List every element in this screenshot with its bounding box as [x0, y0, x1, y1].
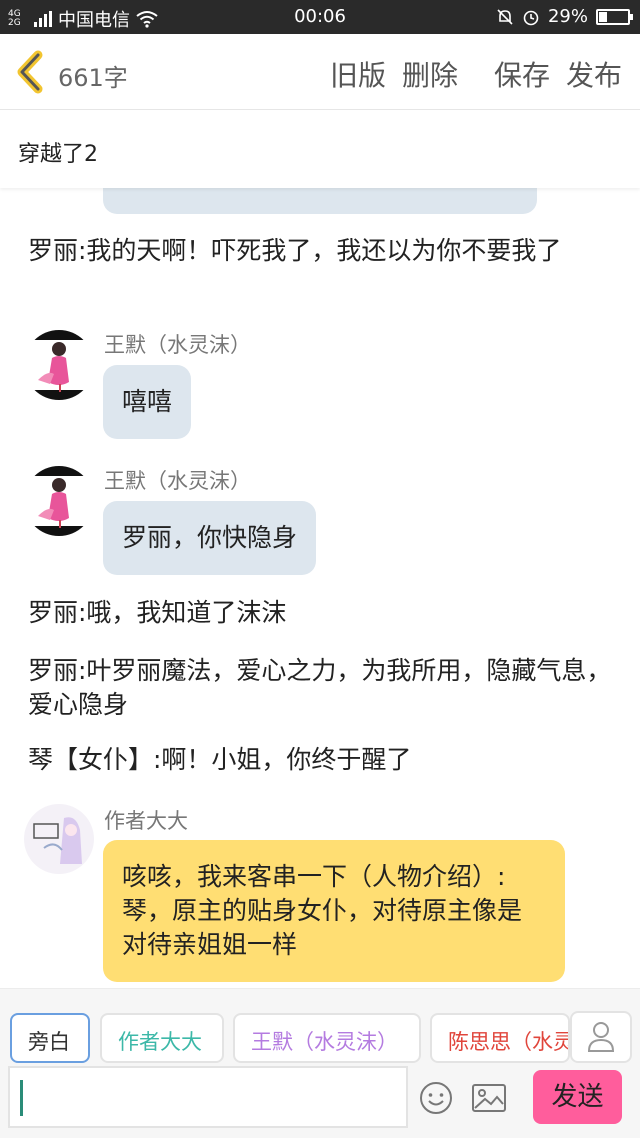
character-manage-button[interactable] [570, 1011, 632, 1063]
chapter-title: 穿越了2 [18, 142, 98, 167]
mute-bell-icon [497, 8, 513, 25]
author-avatar-icon [24, 804, 94, 874]
narration-line: 琴【女仆】:啊！小姐，你终于醒了 [28, 745, 412, 774]
input-row: 发送 [0, 1066, 640, 1138]
header-actions: 旧版 删除 保存 发布 [314, 54, 622, 94]
text-caret [20, 1080, 23, 1116]
chapter-title-bar[interactable]: 穿越了2 [0, 110, 640, 188]
role-author[interactable]: 作者大大 [100, 1013, 224, 1063]
status-bar: 4G 2G 中国电信 00:06 29% [0, 0, 640, 34]
back-chevron-icon[interactable] [14, 50, 50, 94]
avatar-wangmo[interactable] [24, 330, 94, 400]
message-bubble[interactable]: 嘻嘻 [103, 365, 192, 439]
narration-line: 罗丽:我的天啊！吓死我了，我还以为你不要我了 [28, 236, 562, 265]
battery-percent: 29% [547, 6, 588, 27]
send-button[interactable]: 发送 [533, 1070, 622, 1124]
role-chensisi[interactable]: 陈思思（水灵 [430, 1013, 570, 1063]
message-bubble-partial [103, 188, 537, 214]
narration-line: 罗丽:叶罗丽魔法，爱心之力，为我所用，隐藏气息，爱心隐身 [28, 656, 612, 719]
role-selector: 旁白 作者大大 王默（水灵沫） 陈思思（水灵 [0, 988, 640, 1066]
save-button[interactable]: 保存 [494, 54, 550, 94]
message-bubble-author[interactable]: 咳咳，我来客串一下（人物介绍）:琴，原主的贴身女仆，对待原主像是对待亲姐姐一样 [103, 840, 565, 982]
narration-line: 罗丽:哦，我知道了沫沫 [28, 598, 287, 627]
speaker-name: 王默（水灵沫） [104, 333, 251, 357]
avatar-wangmo[interactable] [24, 466, 94, 536]
battery-icon [596, 8, 633, 25]
speaker-name: 作者大大 [104, 809, 188, 833]
role-wangmo[interactable]: 王默（水灵沫） [233, 1013, 421, 1063]
image-icon[interactable] [470, 1080, 508, 1116]
role-narrator[interactable]: 旁白 [10, 1013, 90, 1063]
delete-button[interactable]: 删除 [402, 54, 458, 94]
character-avatar-icon [24, 330, 94, 400]
person-icon [587, 1022, 615, 1052]
message-bubble[interactable]: 罗丽，你快隐身 [103, 501, 317, 575]
old-version-button[interactable]: 旧版 [330, 54, 386, 94]
alarm-icon [523, 10, 539, 25]
speaker-name: 王默（水灵沫） [104, 469, 251, 493]
editor-header: 661字 旧版 删除 保存 发布 [0, 34, 640, 110]
message-list[interactable]: 罗丽:我的天啊！吓死我了，我还以为你不要我了 王默（水灵沫） 嘻嘻 王默（水灵沫… [0, 188, 640, 988]
smiley-icon[interactable] [418, 1080, 454, 1116]
avatar-author[interactable] [24, 804, 94, 874]
publish-button[interactable]: 发布 [566, 54, 622, 94]
message-input[interactable] [8, 1066, 408, 1128]
character-avatar-icon [24, 466, 94, 536]
word-count: 661字 [58, 64, 128, 92]
